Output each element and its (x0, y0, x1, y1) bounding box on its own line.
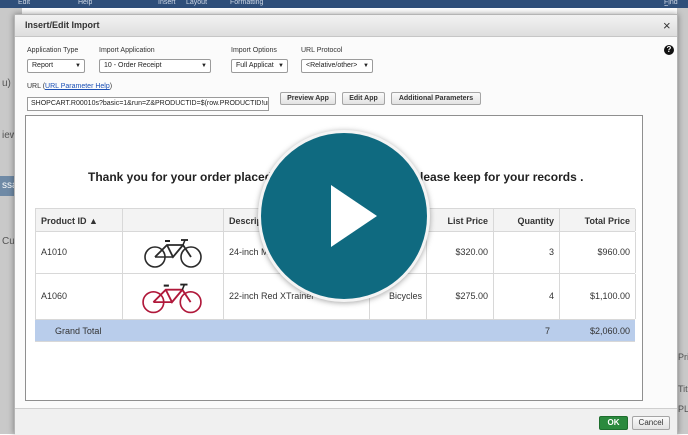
application-type-label: Application Type (27, 47, 79, 54)
import-application-value: 10 - Order Receipt (104, 62, 162, 69)
col-header-list-price[interactable]: List Price (427, 209, 494, 231)
cell-quantity: 3 (494, 232, 560, 273)
chevron-down-icon: ▼ (201, 63, 207, 69)
cell-total-price: $1,100.00 (560, 274, 636, 319)
additional-parameters-button[interactable]: Additional Parameters (391, 92, 481, 105)
chevron-down-icon: ▼ (75, 63, 81, 69)
import-options-value: Full Applicat (236, 62, 274, 69)
bg-right-panel (677, 8, 688, 434)
bg-right-text-3: PLA (678, 404, 688, 414)
url-label-group: URL (URL Parameter Help) (27, 83, 113, 90)
cancel-button[interactable]: Cancel (632, 416, 670, 430)
grand-total-label: Grand Total (55, 326, 102, 336)
bg-tab-edit: Edit (18, 0, 31, 6)
col-header-quantity[interactable]: Quantity (494, 209, 560, 231)
dialog-header: Insert/Edit Import × (15, 15, 677, 37)
grand-total-amount: $2,060.00 (589, 326, 630, 336)
bg-tab-formatting: Formatting (230, 0, 264, 6)
cell-product-id: A1060 (36, 274, 123, 319)
cell-product-id: A1010 (36, 232, 123, 273)
help-icon[interactable]: ? (664, 45, 674, 55)
import-options-label: Import Options (231, 47, 277, 54)
cell-total-price: $960.00 (560, 232, 636, 273)
col-header-product-id[interactable]: Product ID ▲ (36, 209, 123, 231)
preview-title-left: Thank you for your order placed c (88, 170, 283, 184)
app-top-bar (0, 0, 688, 8)
preview-app-button[interactable]: Preview App (280, 92, 336, 105)
url-protocol-label: URL Protocol (301, 47, 343, 54)
bg-tab-insert: Insert (158, 0, 176, 6)
ok-button[interactable]: OK (599, 416, 628, 430)
cell-quantity: 4 (494, 274, 560, 319)
application-type-value: Report (32, 62, 54, 69)
video-play-button[interactable] (258, 130, 430, 302)
preview-title-right: lease keep for your records . (420, 170, 584, 184)
chevron-down-icon: ▼ (363, 63, 369, 69)
grand-total-quantity: 7 (545, 326, 551, 336)
url-parameter-help-link[interactable]: URL Parameter Help (45, 83, 110, 90)
import-options-select[interactable]: Full Applicat ▼ (231, 59, 288, 73)
edit-app-button[interactable]: Edit App (342, 92, 385, 105)
url-protocol-value: <Relative/other> (306, 62, 358, 69)
chevron-down-icon: ▼ (278, 63, 284, 69)
cell-image (123, 232, 224, 273)
dialog-title: Insert/Edit Import (25, 20, 100, 30)
bg-right-text-1: Pri (678, 352, 688, 362)
bicycle-icon (144, 239, 202, 268)
url-protocol-select[interactable]: <Relative/other> ▼ (301, 59, 373, 73)
bg-tab-find: Find Fie (664, 0, 678, 6)
cell-list-price: $320.00 (427, 232, 494, 273)
cell-list-price: $275.00 (427, 274, 494, 319)
play-icon (331, 185, 377, 247)
col-header-image (123, 209, 224, 231)
bg-right-text-2: Tit (678, 384, 688, 394)
url-label: URL (27, 83, 41, 90)
bg-left-text-1: u) (2, 78, 11, 89)
bicycle-icon (142, 283, 202, 314)
application-type-select[interactable]: Report ▼ (27, 59, 85, 73)
close-icon[interactable]: × (663, 18, 671, 33)
bg-tab-layout: Layout (186, 0, 208, 6)
import-application-select[interactable]: 10 - Order Receipt ▼ (99, 59, 211, 73)
bg-tab-help: Help (78, 0, 93, 6)
grand-total-row: Grand Total 7 $2,060.00 (35, 320, 635, 342)
url-input[interactable]: SHOPCART.R00010s?basic=1&run=Z&PRODUCTID… (27, 97, 269, 111)
dialog-footer: OK Cancel (15, 408, 677, 435)
col-header-total-price[interactable]: Total Price (560, 209, 636, 231)
cell-image (123, 274, 224, 319)
import-application-label: Import Application (99, 47, 155, 54)
